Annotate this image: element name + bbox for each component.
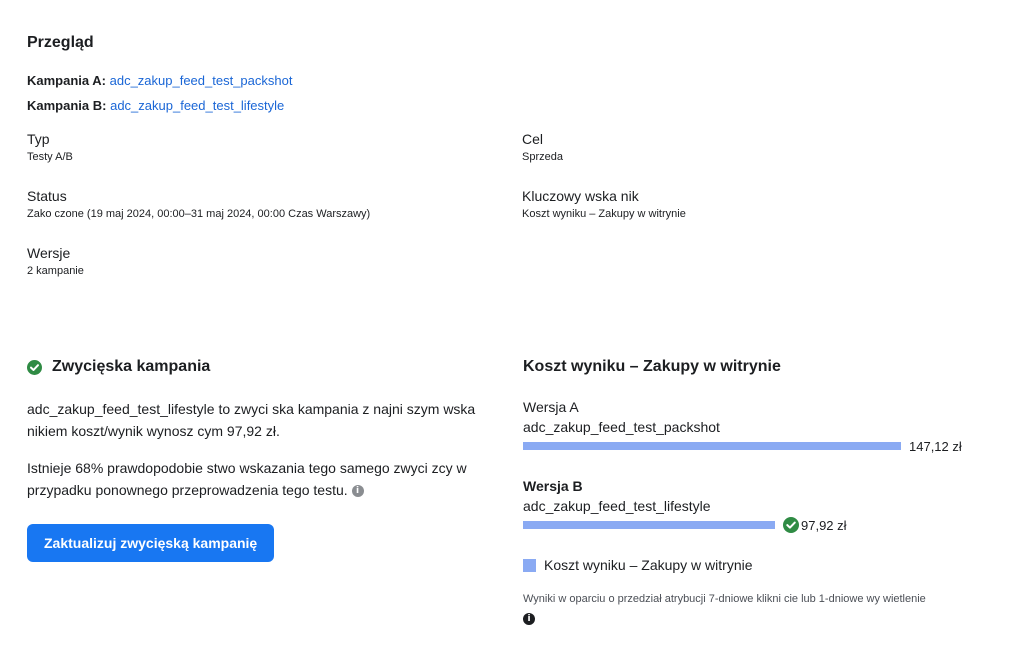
check-circle-icon [27,359,42,375]
campaign-b-link[interactable]: adc_zakup_feed_test_lifestyle [110,98,284,113]
campaign-a-link[interactable]: adc_zakup_feed_test_packshot [110,73,293,88]
chart-title: Koszt wyniku – Zakupy w witrynie [523,358,781,375]
footnote-info-icon[interactable]: i [523,613,535,626]
key-metric-value: Koszt wyniku – Zakupy w witrynie [522,208,686,220]
versions-field: Wersje 2 kampanie [27,245,84,277]
campaign-b-label: Kampania B: [27,98,107,113]
winner-description: adc_zakup_feed_test_lifestyle to zwyci s… [27,401,476,439]
goal-value: Sprzeda [522,151,563,163]
versions-value: 2 kampanie [27,265,84,277]
version-b-block: Wersja B adc_zakup_feed_test_lifestyle [523,476,711,516]
update-winner-button[interactable]: Zaktualizuj zwycięską kampanię [27,524,275,562]
type-label: Typ [27,131,50,147]
winner-check-icon [783,517,799,533]
version-b-label: Wersja B [523,478,583,494]
version-a-label: Wersja A [523,399,579,415]
version-a-block: Wersja A adc_zakup_feed_test_packshot [523,397,720,437]
bar-b-value-label: 97,92 zł [801,517,847,533]
bar-version-b [523,521,775,529]
winner-probability-block: Istnieje 68% prawdopodobie stwo wskazani… [27,457,492,501]
winner-title: Zwycięska kampania [52,358,211,375]
bar-version-a [523,442,901,450]
chart-footnote-block: Wyniki w oparciu o przedział atrybucji 7… [523,591,993,627]
winner-probability: Istnieje 68% prawdopodobie stwo wskazani… [27,460,467,498]
bar-a-row: 147,12 zł [523,438,962,454]
campaign-b-row: Kampania B: adc_zakup_feed_test_lifestyl… [27,98,284,113]
winner-header: Zwycięska kampania [27,358,210,376]
type-field: Typ Testy A/B [27,131,73,163]
legend-label: Koszt wyniku – Zakupy w witrynie [544,557,753,573]
campaign-a-label: Kampania A: [27,73,106,88]
version-b-campaign: adc_zakup_feed_test_lifestyle [523,498,711,514]
info-icon[interactable]: i [351,485,364,498]
goal-label: Cel [522,131,544,147]
chart-footnote: Wyniki w oparciu o przedział atrybucji 7… [523,593,926,605]
bar-b-row: 97,92 zł [523,516,847,534]
bar-a-value-label: 147,12 zł [909,438,962,454]
goal-field: Cel Sprzeda [522,131,563,163]
chart-legend: Koszt wyniku – Zakupy w witrynie [523,557,753,573]
status-label: Status [27,188,67,204]
overview-title: Przegląd [27,34,94,51]
status-field: Status Zako czone (19 maj 2024, 00:00–31… [27,188,370,220]
campaign-a-row: Kampania A: adc_zakup_feed_test_packshot [27,73,292,88]
key-metric-label: Kluczowy wska nik [522,188,639,204]
type-value: Testy A/B [27,151,73,163]
versions-label: Wersje [27,245,71,261]
key-metric-field: Kluczowy wska nik Koszt wyniku – Zakupy … [522,188,686,220]
legend-swatch [523,558,536,572]
status-value: Zako czone (19 maj 2024, 00:00–31 maj 20… [27,208,371,220]
version-a-campaign: adc_zakup_feed_test_packshot [523,419,720,435]
